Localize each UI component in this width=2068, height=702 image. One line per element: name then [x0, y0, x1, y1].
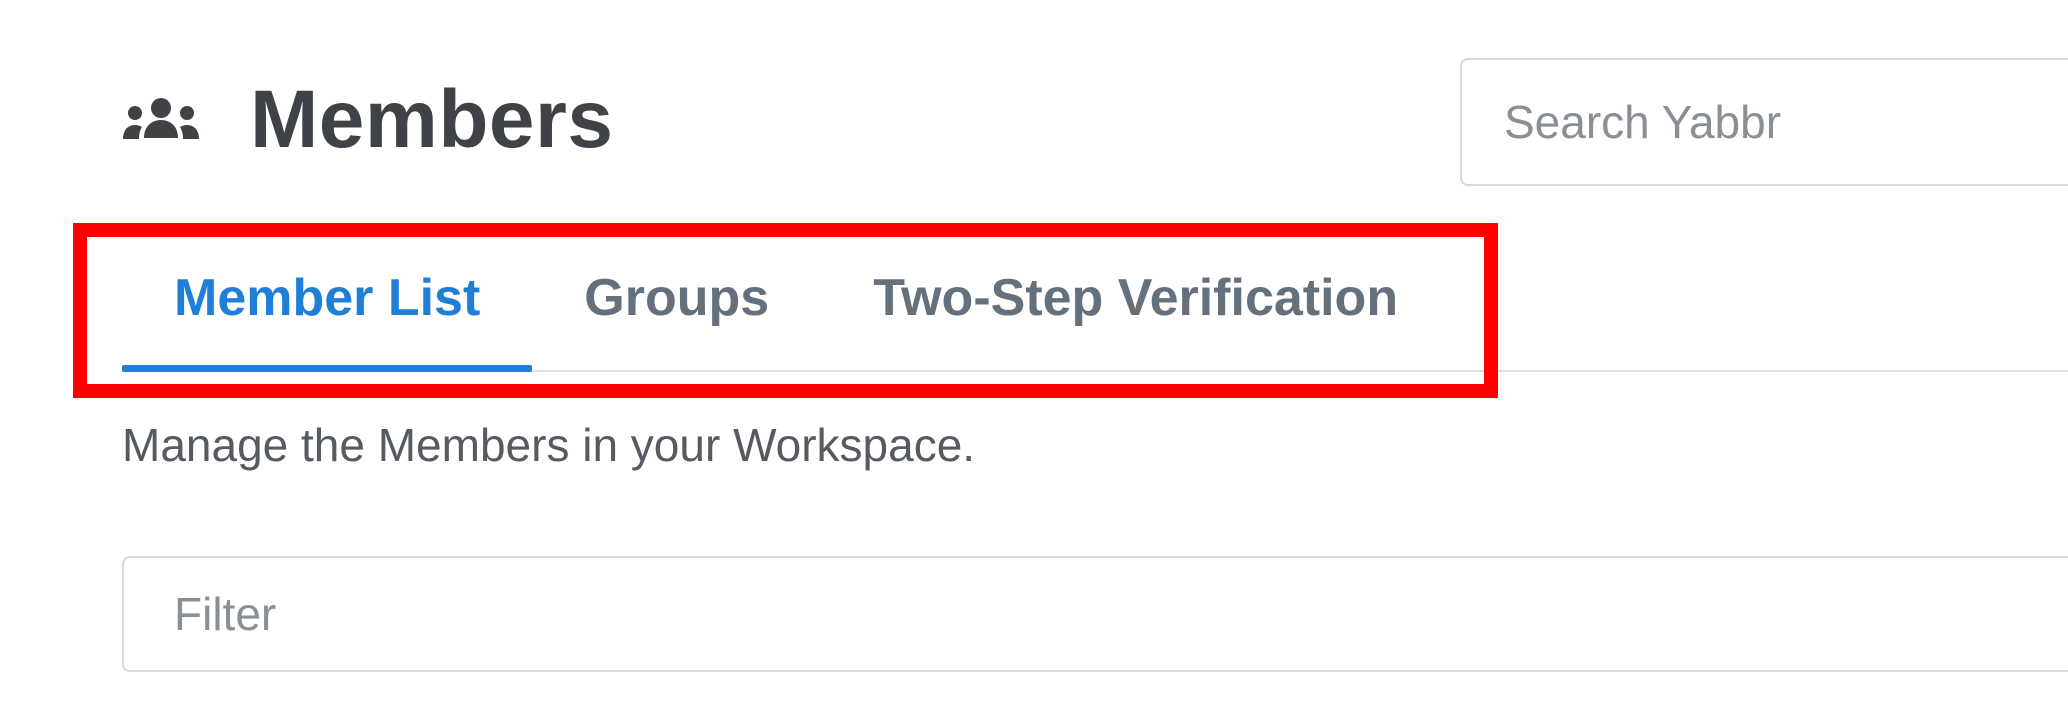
tab-two-step-verification[interactable]: Two-Step Verification [821, 250, 1450, 370]
search-box[interactable] [1460, 58, 2068, 186]
page-description: Manage the Members in your Workspace. [122, 419, 976, 471]
page-title: Members [250, 74, 614, 165]
tab-member-list[interactable]: Member List [122, 250, 533, 372]
tab-groups[interactable]: Groups [532, 250, 821, 370]
search-input[interactable] [1462, 60, 2068, 184]
filter-box[interactable] [122, 556, 2068, 672]
tab-bar: Member List Groups Two-Step Verification [122, 250, 1450, 372]
page-header: Members [122, 70, 614, 170]
filter-input[interactable] [124, 558, 2068, 670]
users-icon [122, 96, 200, 144]
